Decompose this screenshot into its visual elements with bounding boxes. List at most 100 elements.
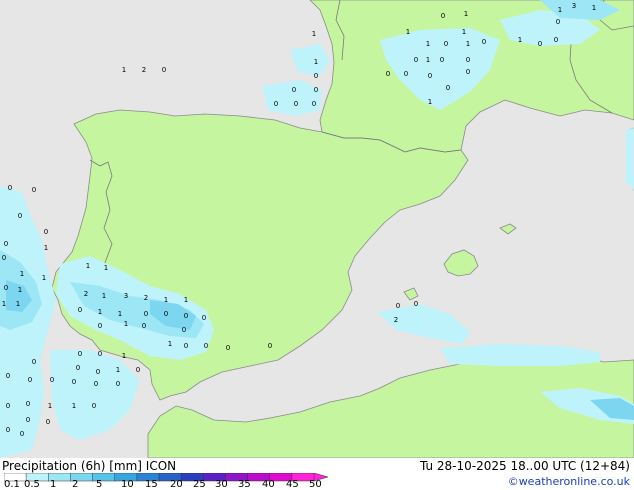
precip-value-label: 0: [274, 100, 278, 108]
precip-value-label: 1: [48, 402, 52, 410]
precip-value-label: 0: [556, 18, 560, 26]
precip-area: [626, 128, 634, 190]
precip-value-label: 1: [18, 286, 22, 294]
precip-value-label: 0: [96, 368, 100, 376]
credit-link[interactable]: ©weatheronline.co.uk: [508, 475, 630, 489]
precip-value-label: 1: [558, 6, 562, 14]
map-title: Precipitation (6h) [mm] ICON: [2, 459, 177, 473]
precip-value-label: 0: [428, 72, 432, 80]
precip-value-label: 0: [184, 312, 188, 320]
precip-value-label: 0: [76, 364, 80, 372]
precip-value-label: 0: [554, 36, 558, 44]
precip-value-label: 1: [122, 66, 126, 74]
precip-value-label: 0: [116, 380, 120, 388]
precip-value-label: 0: [44, 228, 48, 236]
precip-value-label: 0: [202, 314, 206, 322]
precip-value-label: 0: [226, 344, 230, 352]
precip-value-label: 0: [2, 254, 6, 262]
precip-value-label: 0: [404, 70, 408, 78]
precip-value-label: 0: [441, 12, 445, 20]
precip-value-label: 0: [136, 366, 140, 374]
precip-value-label: 0: [414, 56, 418, 64]
precip-value-label: 0: [4, 240, 8, 248]
precip-value-label: 1: [426, 40, 430, 48]
legend-tick-label: 50: [309, 479, 322, 490]
precip-value-label: 1: [44, 244, 48, 252]
precip-value-label: 1: [2, 300, 6, 308]
precip-value-label: 2: [394, 316, 398, 324]
precip-value-label: 1: [118, 310, 122, 318]
precip-value-label: 0: [98, 322, 102, 330]
precip-value-label: 0: [482, 38, 486, 46]
legend-tick-label: 45: [286, 479, 299, 490]
precip-value-label: 0: [396, 302, 400, 310]
valid-time: Tu 28-10-2025 18..00 UTC (12+84): [419, 459, 630, 473]
precip-value-label: 1: [312, 30, 316, 38]
precip-value-label: 1: [124, 320, 128, 328]
precip-value-label: 1: [462, 28, 466, 36]
precip-value-label: 1: [592, 4, 596, 12]
precip-value-label: 2: [142, 66, 146, 74]
precip-value-label: 1: [184, 296, 188, 304]
precip-value-label: 0: [162, 66, 166, 74]
precip-value-label: 0: [26, 416, 30, 424]
precip-value-label: 1: [72, 402, 76, 410]
precip-value-label: 0: [4, 284, 8, 292]
precip-value-label: 0: [8, 184, 12, 192]
precip-value-label: 0: [444, 40, 448, 48]
precip-value-label: 2: [84, 290, 88, 298]
precip-value-label: 0: [294, 100, 298, 108]
precip-value-label: 1: [86, 262, 90, 270]
precip-value-label: 0: [50, 376, 54, 384]
precip-value-label: 0: [440, 56, 444, 64]
precip-value-label: 0: [6, 372, 10, 380]
precip-value-label: 0: [314, 86, 318, 94]
precip-value-label: 1: [466, 40, 470, 48]
precip-value-label: 1: [104, 264, 108, 272]
precip-value-label: 1: [428, 98, 432, 106]
precip-value-label: 0: [312, 100, 316, 108]
precip-value-label: 1: [168, 340, 172, 348]
precip-value-label: 0: [414, 300, 418, 308]
precip-value-label: 0: [314, 72, 318, 80]
precip-value-label: 1: [406, 28, 410, 36]
precip-value-label: 0: [26, 400, 30, 408]
precip-value-label: 1: [20, 270, 24, 278]
legend-tick-label: 25: [193, 479, 206, 490]
legend-tick-label: 2: [72, 479, 79, 490]
precip-value-label: 0: [182, 326, 186, 334]
legend-tick-label: 20: [170, 479, 183, 490]
legend-tick-label: 40: [262, 479, 275, 490]
precip-value-label: 0: [98, 350, 102, 358]
precip-value-label: 2: [144, 294, 148, 302]
precip-value-label: 0: [94, 380, 98, 388]
legend-tick-label: 0.5: [24, 479, 40, 490]
precip-value-label: 0: [142, 322, 146, 330]
precip-value-label: 0: [78, 350, 82, 358]
precip-value-label: 1: [518, 36, 522, 44]
precip-value-label: 1: [42, 274, 46, 282]
precip-value-label: 1: [164, 296, 168, 304]
precip-value-label: 0: [268, 342, 272, 350]
precip-value-label: 0: [164, 310, 168, 318]
precip-value-label: 0: [32, 186, 36, 194]
legend-tick-label: 5: [96, 479, 103, 490]
legend-tick-label: 10: [121, 479, 134, 490]
footer-bar: Precipitation (6h) [mm] ICON Tu 28-10-20…: [0, 458, 634, 490]
precip-value-label: 0: [386, 70, 390, 78]
precip-value-label: 1: [426, 56, 430, 64]
precip-value-label: 0: [18, 212, 22, 220]
precip-value-label: 3: [124, 292, 128, 300]
precip-value-label: 0: [184, 342, 188, 350]
legend-tick-label: 1: [50, 479, 57, 490]
precip-value-label: 0: [144, 310, 148, 318]
precip-value-label: 0: [204, 342, 208, 350]
precip-value-label: 0: [538, 40, 542, 48]
precip-value-label: 1: [464, 10, 468, 18]
legend-tick-label: 35: [238, 479, 251, 490]
precip-value-label: 1: [98, 308, 102, 316]
precip-value-label: 3: [572, 2, 576, 10]
precip-value-label: 0: [466, 68, 470, 76]
precip-value-label: 0: [78, 306, 82, 314]
precip-value-label: 1: [314, 58, 318, 66]
